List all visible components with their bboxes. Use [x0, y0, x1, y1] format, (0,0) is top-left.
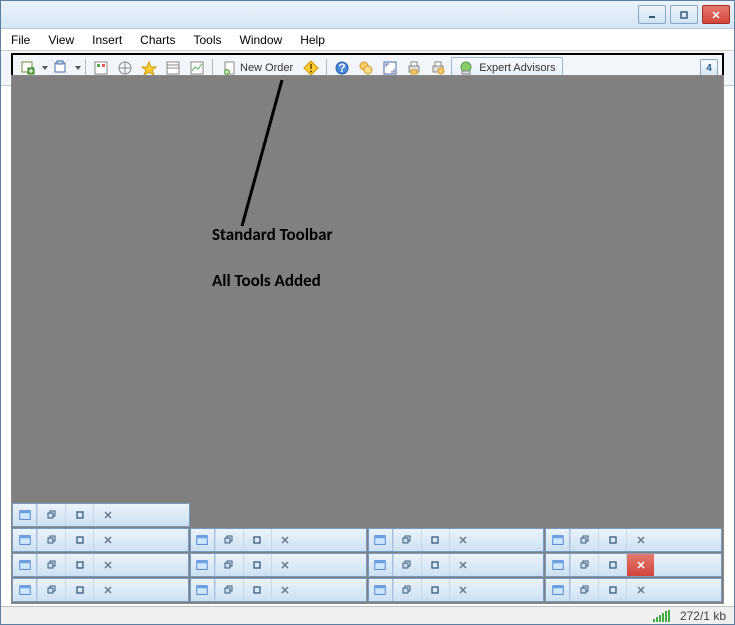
- child-window[interactable]: [190, 578, 367, 602]
- child-window[interactable]: [190, 553, 367, 577]
- maximize-button[interactable]: [243, 529, 271, 551]
- profiles-dropdown[interactable]: [74, 66, 81, 70]
- menu-tools[interactable]: Tools: [194, 33, 222, 47]
- maximize-button[interactable]: [421, 529, 449, 551]
- maximize-button[interactable]: [65, 579, 93, 601]
- maximize-button[interactable]: [243, 579, 271, 601]
- menu-help[interactable]: Help: [300, 33, 325, 47]
- child-window[interactable]: [545, 578, 722, 602]
- restore-button[interactable]: [393, 554, 421, 576]
- close-button[interactable]: [449, 579, 477, 601]
- maximize-button[interactable]: [65, 554, 93, 576]
- menubar: File View Insert Charts Tools Window Hel…: [1, 29, 734, 51]
- close-button[interactable]: [93, 579, 121, 601]
- maximize-button[interactable]: [421, 554, 449, 576]
- menu-window[interactable]: Window: [240, 33, 283, 47]
- restore-button[interactable]: [215, 529, 243, 551]
- chart-icon: [191, 554, 215, 576]
- maximize-button[interactable]: [598, 554, 626, 576]
- restore-button[interactable]: [215, 554, 243, 576]
- close-button[interactable]: [93, 529, 121, 551]
- chart-icon: [191, 529, 215, 551]
- svg-text:?: ?: [339, 61, 346, 75]
- menu-insert[interactable]: Insert: [92, 33, 122, 47]
- menu-file[interactable]: File: [11, 33, 30, 47]
- child-window[interactable]: [12, 503, 190, 527]
- child-window[interactable]: [190, 528, 367, 552]
- restore-button[interactable]: [570, 579, 598, 601]
- new-chart-dropdown[interactable]: [41, 66, 48, 70]
- close-button[interactable]: [271, 529, 299, 551]
- child-window[interactable]: [545, 528, 722, 552]
- mdi-workspace: Standard Toolbar All Tools Added: [11, 75, 724, 604]
- child-window[interactable]: [12, 528, 189, 552]
- close-button[interactable]: [626, 579, 654, 601]
- maximize-button[interactable]: [670, 5, 698, 24]
- chart-icon: [13, 579, 37, 601]
- chart-icon: [546, 579, 570, 601]
- close-button[interactable]: [626, 529, 654, 551]
- new-order-label: New Order: [240, 62, 293, 74]
- annotation-text-2: All Tools Added: [212, 270, 321, 291]
- close-button[interactable]: [449, 554, 477, 576]
- child-window[interactable]: [368, 578, 545, 602]
- child-window[interactable]: [368, 528, 545, 552]
- restore-button[interactable]: [570, 554, 598, 576]
- restore-button[interactable]: [393, 579, 421, 601]
- chart-icon: [546, 554, 570, 576]
- menu-view[interactable]: View: [48, 33, 74, 47]
- close-button[interactable]: [271, 579, 299, 601]
- chart-icon: [13, 529, 37, 551]
- close-button[interactable]: [93, 504, 121, 526]
- restore-button[interactable]: [393, 529, 421, 551]
- chart-icon: [546, 529, 570, 551]
- status-kb: 272/1 kb: [680, 609, 726, 623]
- chart-icon: [369, 529, 393, 551]
- restore-button[interactable]: [570, 529, 598, 551]
- child-window[interactable]: [12, 578, 189, 602]
- child-window[interactable]: [545, 553, 722, 577]
- statusbar: 272/1 kb: [1, 606, 734, 624]
- window-titlebar: [1, 1, 734, 29]
- maximize-button[interactable]: [421, 579, 449, 601]
- chart-icon: [369, 579, 393, 601]
- restore-button[interactable]: [37, 529, 65, 551]
- restore-button[interactable]: [37, 579, 65, 601]
- connection-signal-icon: [653, 610, 670, 622]
- menu-charts[interactable]: Charts: [140, 33, 175, 47]
- child-window[interactable]: [12, 553, 189, 577]
- close-button[interactable]: [626, 554, 654, 576]
- close-button[interactable]: [702, 5, 730, 24]
- restore-button[interactable]: [215, 579, 243, 601]
- close-button[interactable]: [271, 554, 299, 576]
- chart-icon: [13, 554, 37, 576]
- annotation-text-1: Standard Toolbar: [212, 224, 333, 245]
- child-window[interactable]: [368, 553, 545, 577]
- maximize-button[interactable]: [65, 504, 93, 526]
- restore-button[interactable]: [37, 554, 65, 576]
- restore-button[interactable]: [37, 504, 65, 526]
- maximize-button[interactable]: [598, 579, 626, 601]
- close-button[interactable]: [93, 554, 121, 576]
- maximize-button[interactable]: [598, 529, 626, 551]
- minimize-button[interactable]: [638, 5, 666, 24]
- maximize-button[interactable]: [243, 554, 271, 576]
- expert-advisors-label: Expert Advisors: [479, 62, 555, 74]
- chart-icon: [369, 554, 393, 576]
- close-button[interactable]: [449, 529, 477, 551]
- child-window-bar: [12, 503, 723, 603]
- chart-icon: [13, 504, 37, 526]
- chart-icon: [191, 579, 215, 601]
- maximize-button[interactable]: [65, 529, 93, 551]
